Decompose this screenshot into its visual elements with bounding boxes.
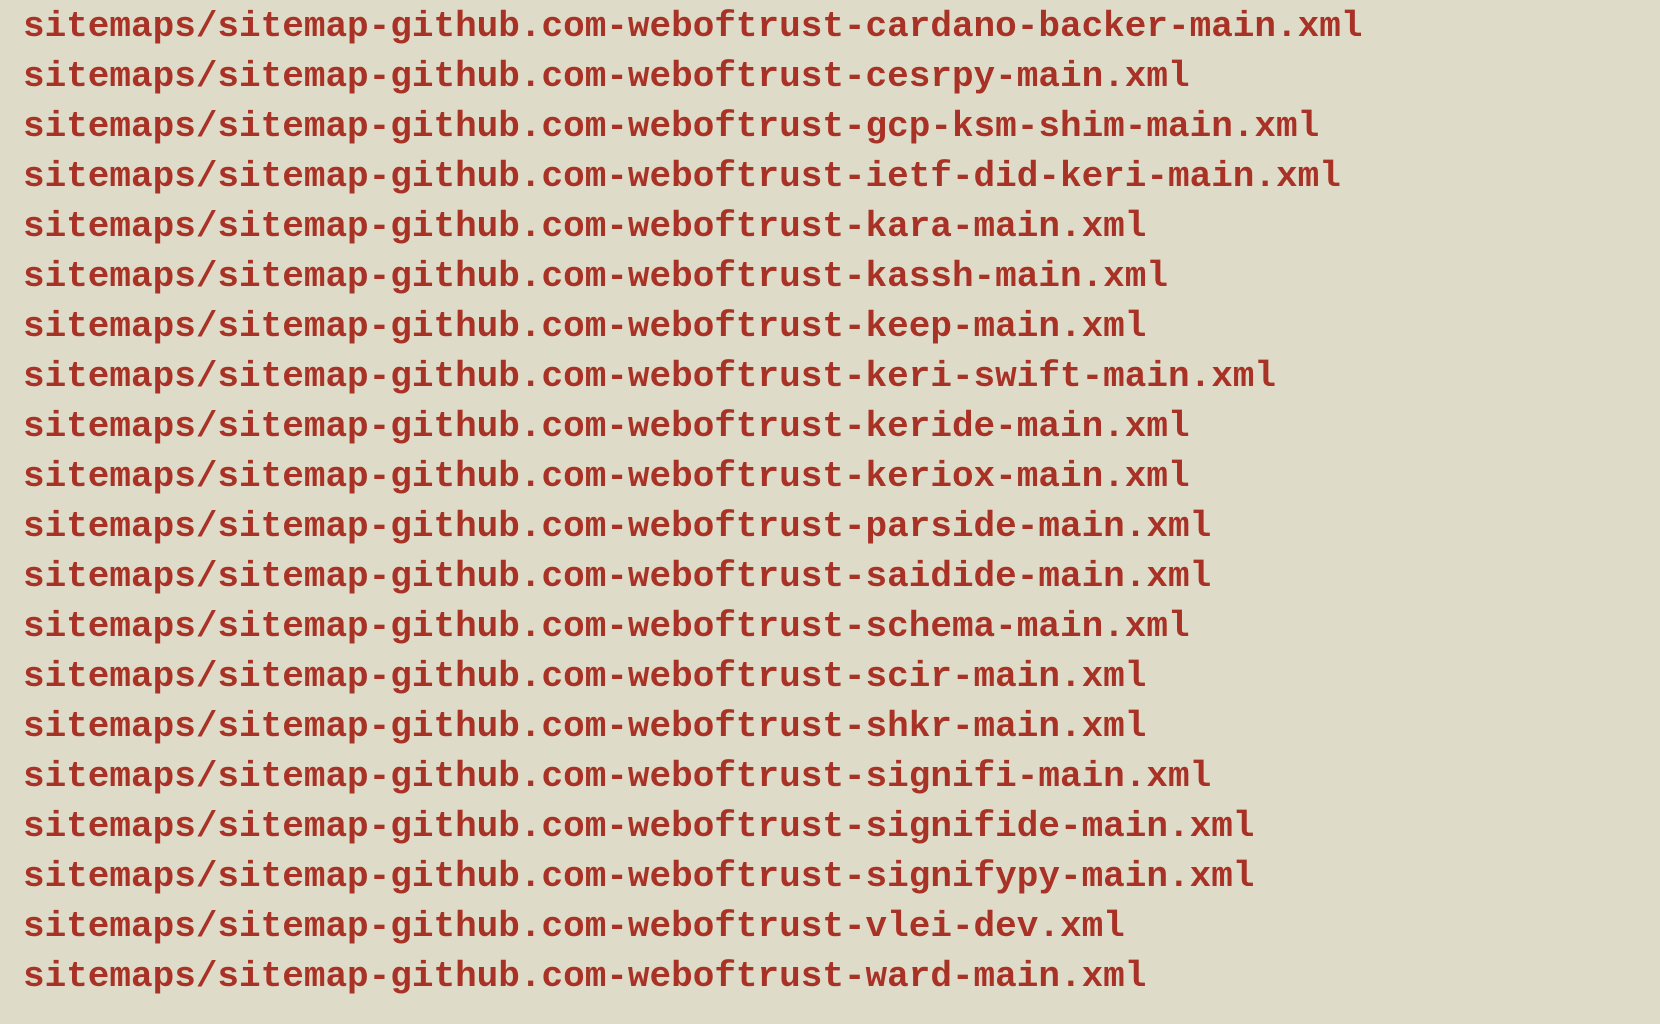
sitemap-link[interactable]: sitemaps/sitemap-github.com-weboftrust-i… [23,156,1341,197]
list-item: sitemaps/sitemap-github.com-weboftrust-i… [23,152,1362,202]
sitemap-link[interactable]: sitemaps/sitemap-github.com-weboftrust-k… [23,406,1190,447]
sitemap-link[interactable]: sitemaps/sitemap-github.com-weboftrust-p… [23,506,1211,547]
sitemap-link[interactable]: sitemaps/sitemap-github.com-weboftrust-s… [23,556,1211,597]
sitemap-link[interactable]: sitemaps/sitemap-github.com-weboftrust-k… [23,306,1146,347]
list-item: sitemaps/sitemap-github.com-weboftrust-s… [23,652,1362,702]
list-item: sitemaps/sitemap-github.com-weboftrust-s… [23,752,1362,802]
sitemap-link[interactable]: sitemaps/sitemap-github.com-weboftrust-s… [23,806,1254,847]
list-item: sitemaps/sitemap-github.com-weboftrust-s… [23,702,1362,752]
list-item: sitemaps/sitemap-github.com-weboftrust-v… [23,902,1362,952]
sitemap-link[interactable]: sitemaps/sitemap-github.com-weboftrust-c… [23,56,1190,97]
list-item: sitemaps/sitemap-github.com-weboftrust-s… [23,602,1362,652]
list-item: sitemaps/sitemap-github.com-weboftrust-k… [23,252,1362,302]
list-item: sitemaps/sitemap-github.com-weboftrust-k… [23,202,1362,252]
sitemap-link[interactable]: sitemaps/sitemap-github.com-weboftrust-s… [23,656,1146,697]
list-item: sitemaps/sitemap-github.com-weboftrust-g… [23,102,1362,152]
sitemap-link[interactable]: sitemaps/sitemap-github.com-weboftrust-k… [23,206,1146,247]
list-item: sitemaps/sitemap-github.com-weboftrust-c… [23,2,1362,52]
list-item: sitemaps/sitemap-github.com-weboftrust-s… [23,802,1362,852]
list-item: sitemaps/sitemap-github.com-weboftrust-s… [23,852,1362,902]
list-item: sitemaps/sitemap-github.com-weboftrust-w… [23,952,1362,1002]
list-item: sitemaps/sitemap-github.com-weboftrust-k… [23,452,1362,502]
sitemap-link[interactable]: sitemaps/sitemap-github.com-weboftrust-c… [23,6,1362,47]
list-item: sitemaps/sitemap-github.com-weboftrust-c… [23,52,1362,102]
list-item: sitemaps/sitemap-github.com-weboftrust-p… [23,502,1362,552]
sitemap-link[interactable]: sitemaps/sitemap-github.com-weboftrust-v… [23,906,1125,947]
sitemap-link[interactable]: sitemaps/sitemap-github.com-weboftrust-s… [23,856,1254,897]
sitemap-link[interactable]: sitemaps/sitemap-github.com-weboftrust-s… [23,756,1211,797]
list-item: sitemaps/sitemap-github.com-weboftrust-s… [23,552,1362,602]
sitemap-link[interactable]: sitemaps/sitemap-github.com-weboftrust-k… [23,456,1190,497]
sitemap-link[interactable]: sitemaps/sitemap-github.com-weboftrust-s… [23,706,1146,747]
sitemap-link[interactable]: sitemaps/sitemap-github.com-weboftrust-w… [23,956,1146,997]
sitemap-link[interactable]: sitemaps/sitemap-github.com-weboftrust-g… [23,106,1319,147]
list-item: sitemaps/sitemap-github.com-weboftrust-k… [23,352,1362,402]
sitemap-link[interactable]: sitemaps/sitemap-github.com-weboftrust-k… [23,356,1276,397]
sitemap-link[interactable]: sitemaps/sitemap-github.com-weboftrust-s… [23,606,1190,647]
list-item: sitemaps/sitemap-github.com-weboftrust-k… [23,302,1362,352]
sitemap-file-list: sitemaps/sitemap-github.com-weboftrust-c… [23,2,1362,1002]
list-item: sitemaps/sitemap-github.com-weboftrust-k… [23,402,1362,452]
sitemap-link[interactable]: sitemaps/sitemap-github.com-weboftrust-k… [23,256,1168,297]
